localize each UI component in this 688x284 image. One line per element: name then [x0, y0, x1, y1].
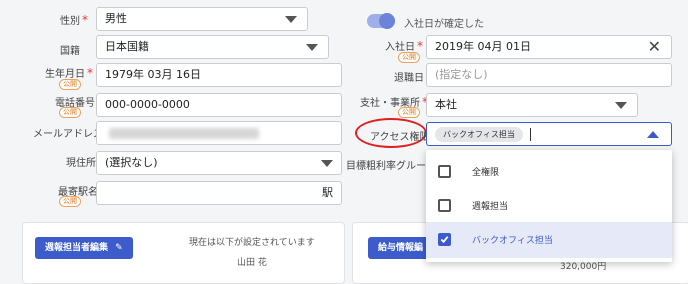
weekly-report-card: 週報担当者編集 ✎ 現在は以下が設定されています 山田 花: [22, 222, 345, 284]
public-badge: 公開: [59, 196, 81, 207]
birthdate-label: 生年月日 *: [45, 66, 93, 80]
nationality-label: 国籍: [60, 46, 80, 57]
leave-date-placeholder: (指定なし): [435, 68, 488, 81]
checkbox-checked-icon[interactable]: [438, 233, 451, 246]
access-label: アクセス権限: [370, 132, 430, 143]
phone-input[interactable]: 000-0000-0000: [96, 93, 342, 117]
access-dropdown: 全権限 週報担当 バックオフィス担当: [426, 150, 672, 262]
join-date-label: 入社日 *: [385, 39, 423, 53]
join-date-value: 2019年 04月 01日: [435, 40, 531, 53]
address-select[interactable]: (選択なし): [96, 151, 342, 175]
public-badge: 公開: [398, 52, 420, 63]
nationality-select[interactable]: 日本国籍: [96, 35, 329, 59]
branch-value: 本社: [435, 98, 457, 111]
access-chip[interactable]: バックオフィス担当: [435, 127, 523, 142]
weekly-edit-label: 週報担当者編集: [45, 243, 109, 253]
pencil-icon: ✎: [115, 243, 123, 253]
chevron-up-icon[interactable]: [647, 131, 659, 138]
checkbox-icon[interactable]: [438, 199, 451, 212]
join-date-toggle[interactable]: [367, 13, 395, 29]
chevron-down-icon: [306, 44, 318, 51]
address-value: (選択なし): [105, 156, 158, 169]
weekly-edit-button[interactable]: 週報担当者編集 ✎: [35, 237, 133, 259]
chevron-down-icon: [615, 102, 627, 109]
station-input[interactable]: 駅: [96, 181, 342, 205]
birthdate-input[interactable]: 1979年 03月 16日: [96, 63, 342, 87]
toggle-label: 入社日が確定した: [404, 19, 484, 30]
option-label: バックオフィス担当: [472, 236, 553, 246]
public-badge: 公開: [59, 107, 81, 118]
toggle-knob: [379, 13, 395, 29]
checkbox-icon[interactable]: [438, 165, 451, 178]
text-cursor: [530, 128, 531, 141]
leave-date-input[interactable]: (指定なし): [426, 63, 672, 87]
option-label: 全権限: [472, 168, 500, 178]
join-date-input[interactable]: 2019年 04月 01日 ✕: [426, 35, 672, 59]
dropdown-option-backoffice[interactable]: バックオフィス担当: [426, 222, 672, 258]
email-label: メールアドレス: [33, 129, 103, 140]
salary-button-label: 給与情報編: [378, 243, 424, 253]
nationality-value: 日本国籍: [105, 40, 149, 53]
birthdate-value: 1979年 03月 16日: [105, 68, 201, 81]
access-multiselect[interactable]: バックオフィス担当: [426, 122, 672, 146]
gender-select[interactable]: 男性: [96, 7, 308, 31]
leave-date-label: 退職日: [394, 73, 424, 84]
current-setting-text: 現在は以下が設定されています: [189, 238, 315, 248]
phone-value: 000-0000-0000: [105, 98, 190, 111]
branch-select[interactable]: 本社: [426, 93, 638, 117]
address-label: 現住所: [66, 158, 96, 169]
redacted-email: [109, 128, 259, 139]
gender-value: 男性: [105, 12, 127, 25]
salary-edit-button[interactable]: 給与情報編: [368, 237, 434, 259]
current-person: 山田 花: [237, 258, 267, 268]
option-label: 週報担当: [472, 202, 509, 212]
chevron-down-icon: [321, 160, 333, 167]
clear-icon[interactable]: ✕: [648, 36, 661, 58]
public-badge: 公開: [59, 79, 81, 90]
chevron-down-icon: [285, 16, 297, 23]
dropdown-option-weekly[interactable]: 週報担当: [426, 188, 672, 224]
dropdown-option-all[interactable]: 全権限: [426, 154, 672, 190]
branch-label: 支社・事業所 *: [360, 95, 428, 109]
benefit-group-label: 目標粗利率グループ: [346, 161, 436, 172]
email-input[interactable]: [96, 121, 342, 145]
public-badge: 公開: [398, 107, 420, 118]
station-suffix: 駅: [322, 186, 333, 199]
gender-label: 性別 *: [60, 13, 88, 27]
